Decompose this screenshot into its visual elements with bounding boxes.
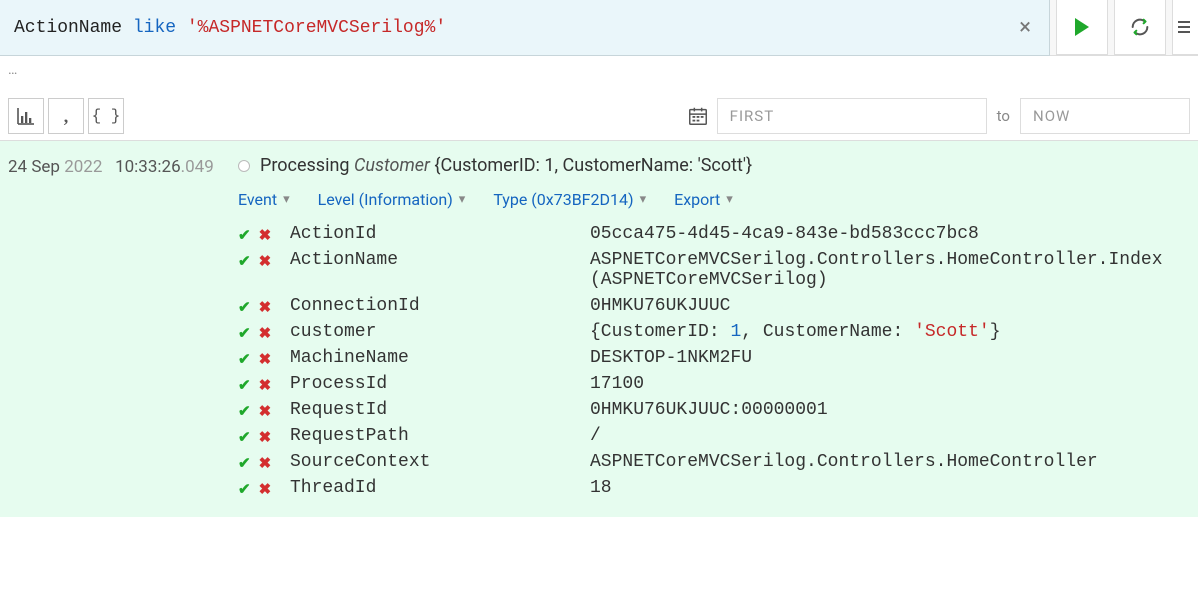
braces-icon: { } — [92, 107, 121, 125]
bar-chart-icon — [16, 106, 36, 126]
results-ellipsis: … — [0, 56, 1198, 98]
property-row: ✔ ✖ SourceContextASPNETCoreMVCSerilog.Cont… — [238, 449, 1198, 475]
exclude-filter-icon[interactable]: ✖ — [259, 376, 272, 394]
refresh-button[interactable] — [1114, 0, 1166, 55]
include-filter-icon[interactable]: ✔ — [238, 252, 251, 270]
property-row: ✔ ✖ ActionId05cca475-4d45-4ca9-843e-bd583c… — [238, 221, 1198, 247]
exclude-filter-icon[interactable]: ✖ — [259, 428, 272, 446]
top-toolbar: ActionName like '%ASPNETCoreMVCSerilog%'… — [0, 0, 1198, 56]
refresh-icon — [1129, 16, 1151, 38]
view-toolbar: , { } FIRST to NOW — [0, 98, 1198, 141]
chevron-down-icon: ▾ — [726, 192, 733, 207]
event-message: Processing Customer {CustomerID: 1, Cust… — [238, 155, 1198, 176]
property-key: RequestId — [290, 400, 590, 420]
property-value: 18 — [590, 478, 1198, 498]
property-row: ✔ ✖ ConnectionId0HMKU76UKJUUC — [238, 293, 1198, 319]
property-key: customer — [290, 322, 590, 342]
chart-view-button[interactable] — [8, 98, 44, 134]
property-row: ✔ ✖ ActionNameASPNETCoreMVCSerilog.Control… — [238, 247, 1198, 293]
exclude-filter-icon[interactable]: ✖ — [259, 402, 272, 420]
event-panel: 24 Sep 2022 10:33:26.049 Processing Cust… — [0, 141, 1198, 517]
exclude-filter-icon[interactable]: ✖ — [259, 298, 272, 316]
property-row: ✔ ✖ RequestPath/ — [238, 423, 1198, 449]
query-value: '%ASPNETCoreMVCSerilog%' — [187, 18, 446, 38]
csv-view-button[interactable]: , — [48, 98, 84, 134]
exclude-filter-icon[interactable]: ✖ — [259, 454, 272, 472]
export-dropdown[interactable]: Export ▾ — [674, 190, 733, 209]
query-input[interactable]: ActionName like '%ASPNETCoreMVCSerilog%'… — [0, 0, 1050, 56]
include-filter-icon[interactable]: ✔ — [238, 402, 251, 420]
range-from-placeholder: FIRST — [730, 107, 774, 125]
range-to-label: to — [997, 107, 1010, 125]
query-text: ActionName like '%ASPNETCoreMVCSerilog%' — [14, 18, 1015, 38]
property-key: ConnectionId — [290, 296, 590, 316]
exclude-filter-icon[interactable]: ✖ — [259, 252, 272, 270]
property-key: ProcessId — [290, 374, 590, 394]
event-actions: Event ▾ Level (Information) ▾ Type (0x73… — [238, 190, 1198, 209]
calendar-icon[interactable] — [687, 105, 709, 127]
chevron-down-icon: ▾ — [283, 192, 290, 207]
include-filter-icon[interactable]: ✔ — [238, 298, 251, 316]
query-field: ActionName — [14, 18, 122, 38]
property-value: DESKTOP-1NKM2FU — [590, 348, 1198, 368]
property-row: ✔ ✖ ThreadId18 — [238, 475, 1198, 501]
range-to-placeholder: NOW — [1033, 107, 1070, 125]
property-value: / — [590, 426, 1198, 446]
exclude-filter-icon[interactable]: ✖ — [259, 226, 272, 244]
comma-icon: , — [64, 106, 69, 127]
property-key: MachineName — [290, 348, 590, 368]
event-dropdown[interactable]: Event ▾ — [238, 190, 290, 209]
include-filter-icon[interactable]: ✔ — [238, 454, 251, 472]
property-key: ActionId — [290, 224, 590, 244]
level-dot-icon — [238, 160, 250, 172]
property-key: SourceContext — [290, 452, 590, 472]
property-value: ASPNETCoreMVCSerilog.Controllers.HomeCon… — [590, 452, 1198, 472]
type-dropdown[interactable]: Type (0x73BF2D14) ▾ — [493, 190, 646, 209]
exclude-filter-icon[interactable]: ✖ — [259, 324, 272, 342]
chevron-down-icon: ▾ — [459, 192, 466, 207]
include-filter-icon[interactable]: ✔ — [238, 324, 251, 342]
query-operator: like — [133, 18, 176, 38]
property-row: ✔ ✖ customer{CustomerID: 1, CustomerName: … — [238, 319, 1198, 345]
include-filter-icon[interactable]: ✔ — [238, 428, 251, 446]
property-row: ✔ ✖ MachineNameDESKTOP-1NKM2FU — [238, 345, 1198, 371]
property-list: ✔ ✖ ActionId05cca475-4d45-4ca9-843e-bd583c… — [238, 221, 1198, 501]
property-value: {CustomerID: 1, CustomerName: 'Scott'} — [590, 322, 1198, 342]
include-filter-icon[interactable]: ✔ — [238, 480, 251, 498]
level-dropdown[interactable]: Level (Information) ▾ — [318, 190, 466, 209]
property-value: 05cca475-4d45-4ca9-843e-bd583ccc7bc8 — [590, 224, 1198, 244]
include-filter-icon[interactable]: ✔ — [238, 350, 251, 368]
property-value: ASPNETCoreMVCSerilog.Controllers.HomeCon… — [590, 250, 1198, 290]
exclude-filter-icon[interactable]: ✖ — [259, 350, 272, 368]
clear-query-button[interactable]: × — [1015, 15, 1035, 40]
json-view-button[interactable]: { } — [88, 98, 124, 134]
exclude-filter-icon[interactable]: ✖ — [259, 480, 272, 498]
property-key: ThreadId — [290, 478, 590, 498]
menu-list-icon — [1178, 19, 1194, 35]
property-row: ✔ ✖ RequestId0HMKU76UKJUUC:00000001 — [238, 397, 1198, 423]
property-key: ActionName — [290, 250, 590, 270]
property-value: 17100 — [590, 374, 1198, 394]
overflow-menu-button[interactable] — [1172, 0, 1198, 55]
include-filter-icon[interactable]: ✔ — [238, 226, 251, 244]
property-row: ✔ ✖ ProcessId17100 — [238, 371, 1198, 397]
run-query-button[interactable] — [1056, 0, 1108, 55]
chevron-down-icon: ▾ — [640, 192, 647, 207]
range-to-input[interactable]: NOW — [1020, 98, 1190, 134]
property-value: 0HMKU76UKJUUC:00000001 — [590, 400, 1198, 420]
range-from-input[interactable]: FIRST — [717, 98, 987, 134]
property-value: 0HMKU76UKJUUC — [590, 296, 1198, 316]
include-filter-icon[interactable]: ✔ — [238, 376, 251, 394]
event-timestamp: 24 Sep 2022 10:33:26.049 — [8, 155, 238, 177]
play-icon — [1075, 18, 1089, 36]
property-key: RequestPath — [290, 426, 590, 446]
